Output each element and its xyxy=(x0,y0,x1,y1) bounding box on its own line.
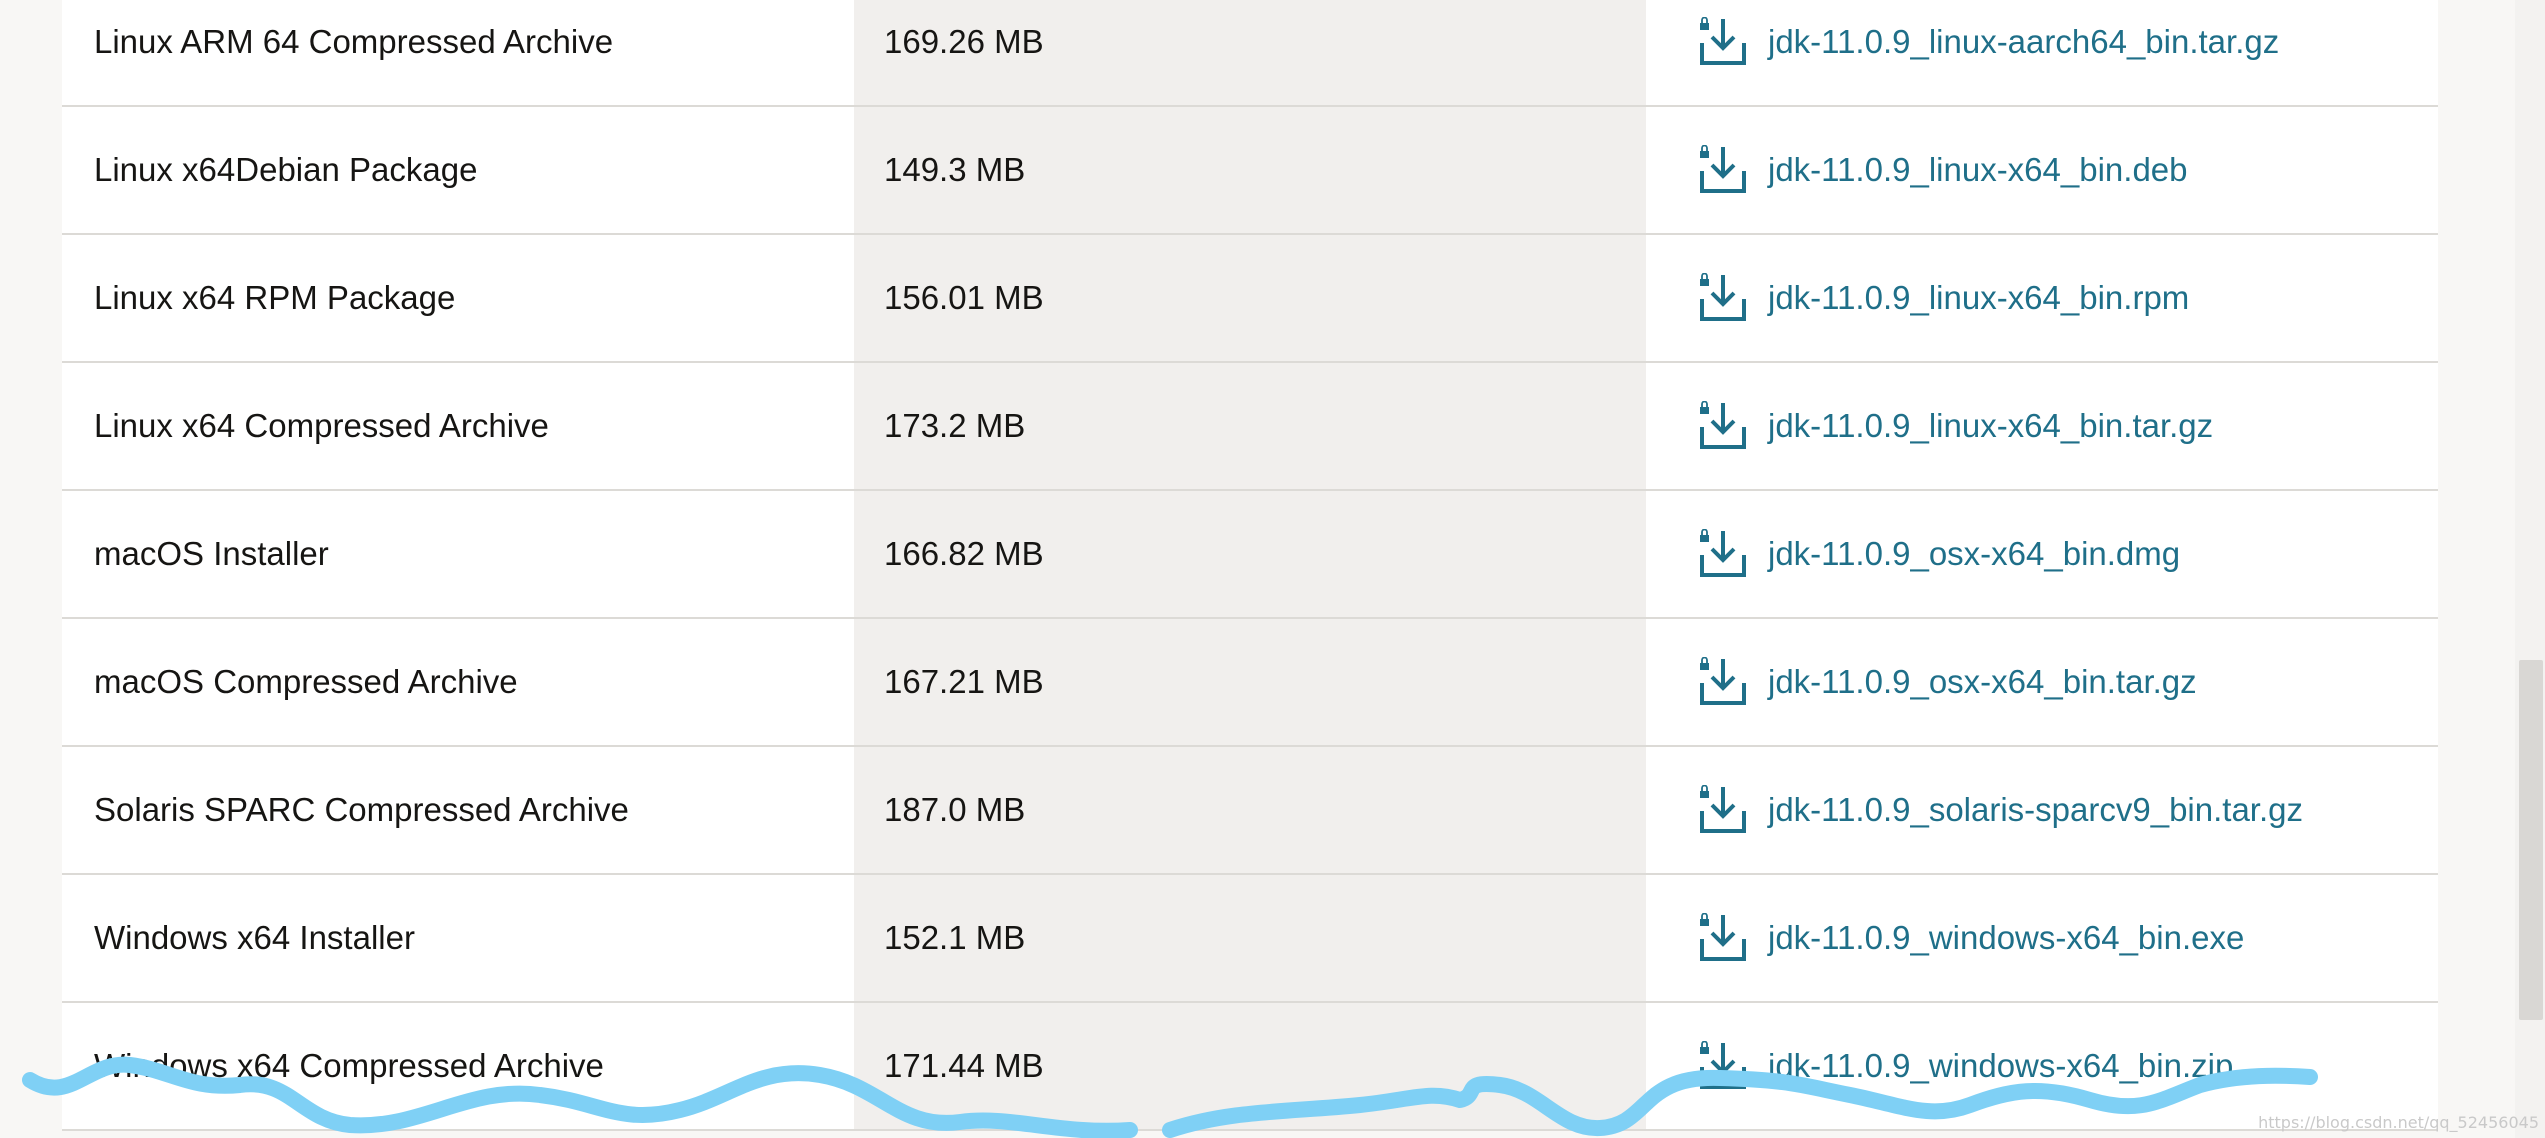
download-lock-icon[interactable] xyxy=(1698,401,1748,451)
scrollbar-thumb[interactable] xyxy=(2519,660,2543,1020)
product-cell: macOS Installer xyxy=(62,491,854,617)
download-lock-icon[interactable] xyxy=(1698,785,1748,835)
file-size: 167.21 MB xyxy=(884,663,1044,700)
download-lock-icon[interactable] xyxy=(1698,657,1748,707)
product-label: Linux x64 RPM Package xyxy=(94,279,456,316)
page-scrollbar[interactable] xyxy=(2515,0,2545,1138)
size-cell: 149.3 MB xyxy=(854,107,1646,233)
download-link[interactable]: jdk-11.0.9_osx-x64_bin.dmg xyxy=(1768,535,2180,573)
table-row: Solaris SPARC Compressed Archive 187.0 M… xyxy=(62,747,2438,875)
download-lock-icon[interactable] xyxy=(1698,273,1748,323)
size-cell: 166.82 MB xyxy=(854,491,1646,617)
table-row: Linux x64 Compressed Archive 173.2 MB jd… xyxy=(62,363,2438,491)
size-cell: 156.01 MB xyxy=(854,235,1646,361)
file-size: 187.0 MB xyxy=(884,791,1026,828)
file-size: 171.44 MB xyxy=(884,1047,1044,1084)
downloads-table: Linux ARM 64 Compressed Archive 169.26 M… xyxy=(62,0,2438,1131)
product-label: Linux ARM 64 Compressed Archive xyxy=(94,23,614,60)
product-label: macOS Installer xyxy=(94,535,329,572)
table-row: Windows x64 Installer 152.1 MB jdk-11.0.… xyxy=(62,875,2438,1003)
download-lock-icon[interactable] xyxy=(1698,529,1748,579)
download-lock-icon[interactable] xyxy=(1698,145,1748,195)
download-cell: jdk-11.0.9_linux-x64_bin.rpm xyxy=(1646,235,2438,361)
size-cell: 167.21 MB xyxy=(854,619,1646,745)
download-link[interactable]: jdk-11.0.9_linux-x64_bin.deb xyxy=(1768,151,2188,189)
download-link[interactable]: jdk-11.0.9_linux-x64_bin.rpm xyxy=(1768,279,2189,317)
download-cell: jdk-11.0.9_solaris-sparcv9_bin.tar.gz xyxy=(1646,747,2438,873)
product-label: Linux x64Debian Package xyxy=(94,151,478,188)
product-label: Windows x64 Compressed Archive xyxy=(94,1047,604,1084)
download-cell: jdk-11.0.9_linux-x64_bin.tar.gz xyxy=(1646,363,2438,489)
download-link[interactable]: jdk-11.0.9_linux-x64_bin.tar.gz xyxy=(1768,407,2213,445)
product-cell: Linux x64 RPM Package xyxy=(62,235,854,361)
size-cell: 187.0 MB xyxy=(854,747,1646,873)
product-label: Solaris SPARC Compressed Archive xyxy=(94,791,629,828)
product-cell: Solaris SPARC Compressed Archive xyxy=(62,747,854,873)
table-row: Linux x64Debian Package 149.3 MB jdk-11.… xyxy=(62,107,2438,235)
product-cell: macOS Compressed Archive xyxy=(62,619,854,745)
product-label: Linux x64 Compressed Archive xyxy=(94,407,549,444)
table-row: Windows x64 Compressed Archive 171.44 MB… xyxy=(62,1003,2438,1131)
table-row: macOS Compressed Archive 167.21 MB jdk-1… xyxy=(62,619,2438,747)
product-cell: Linux x64 Compressed Archive xyxy=(62,363,854,489)
download-link[interactable]: jdk-11.0.9_windows-x64_bin.exe xyxy=(1768,919,2244,957)
download-cell: jdk-11.0.9_osx-x64_bin.tar.gz xyxy=(1646,619,2438,745)
size-cell: 169.26 MB xyxy=(854,0,1646,105)
download-page: Linux ARM 64 Compressed Archive 169.26 M… xyxy=(0,0,2545,1138)
download-lock-icon[interactable] xyxy=(1698,913,1748,963)
file-size: 149.3 MB xyxy=(884,151,1026,188)
file-size: 152.1 MB xyxy=(884,919,1026,956)
product-cell: Linux ARM 64 Compressed Archive xyxy=(62,0,854,105)
download-lock-icon[interactable] xyxy=(1698,1041,1748,1091)
file-size: 156.01 MB xyxy=(884,279,1044,316)
download-cell: jdk-11.0.9_linux-aarch64_bin.tar.gz xyxy=(1646,0,2438,105)
product-label: Windows x64 Installer xyxy=(94,919,415,956)
size-cell: 171.44 MB xyxy=(854,1003,1646,1129)
table-row: macOS Installer 166.82 MB jdk-11.0.9_osx… xyxy=(62,491,2438,619)
product-cell: Windows x64 Compressed Archive xyxy=(62,1003,854,1129)
file-size: 169.26 MB xyxy=(884,23,1044,60)
size-cell: 173.2 MB xyxy=(854,363,1646,489)
download-link[interactable]: jdk-11.0.9_solaris-sparcv9_bin.tar.gz xyxy=(1768,791,2303,829)
table-row: Linux ARM 64 Compressed Archive 169.26 M… xyxy=(62,0,2438,107)
download-cell: jdk-11.0.9_windows-x64_bin.exe xyxy=(1646,875,2438,1001)
download-link[interactable]: jdk-11.0.9_osx-x64_bin.tar.gz xyxy=(1768,663,2197,701)
size-cell: 152.1 MB xyxy=(854,875,1646,1001)
download-lock-icon[interactable] xyxy=(1698,17,1748,67)
download-cell: jdk-11.0.9_linux-x64_bin.deb xyxy=(1646,107,2438,233)
download-link[interactable]: jdk-11.0.9_windows-x64_bin.zip xyxy=(1768,1047,2233,1085)
file-size: 173.2 MB xyxy=(884,407,1026,444)
download-link[interactable]: jdk-11.0.9_linux-aarch64_bin.tar.gz xyxy=(1768,23,2279,61)
product-cell: Windows x64 Installer xyxy=(62,875,854,1001)
product-cell: Linux x64Debian Package xyxy=(62,107,854,233)
download-cell: jdk-11.0.9_osx-x64_bin.dmg xyxy=(1646,491,2438,617)
watermark: https://blog.csdn.net/qq_52456045 xyxy=(2258,1113,2539,1132)
table-row: Linux x64 RPM Package 156.01 MB jdk-11.0… xyxy=(62,235,2438,363)
product-label: macOS Compressed Archive xyxy=(94,663,518,700)
download-cell: jdk-11.0.9_windows-x64_bin.zip xyxy=(1646,1003,2438,1129)
file-size: 166.82 MB xyxy=(884,535,1044,572)
